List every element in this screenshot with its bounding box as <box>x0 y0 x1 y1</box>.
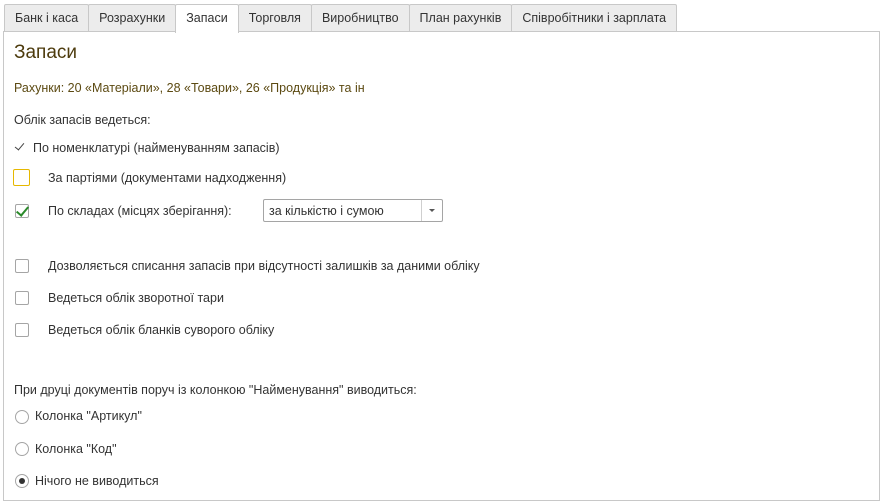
warehouses-mode-select[interactable]: за кількістю і сумою <box>263 199 443 222</box>
by-batches-checkbox[interactable] <box>13 169 30 186</box>
tab-employees-and-salary[interactable]: Співробітники і зарплата <box>511 4 678 32</box>
by-nomenclature-label: По номенклатурі (найменуванням запасів) <box>33 141 280 155</box>
chevron-down-icon[interactable] <box>421 200 442 221</box>
tab-trade[interactable]: Торговля <box>237 4 312 32</box>
tab-settlements[interactable]: Розрахунки <box>88 4 177 32</box>
strict-forms-checkbox[interactable] <box>15 323 29 337</box>
radio-article-column[interactable] <box>15 410 29 424</box>
accounts-note: Рахунки: 20 «Матеріали», 28 «Товари», 26… <box>14 81 365 95</box>
inventory-settings-panel: Запаси Рахунки: 20 «Матеріали», 28 «Това… <box>3 31 880 501</box>
radio-code-column[interactable] <box>15 442 29 456</box>
by-warehouses-label[interactable]: По складах (місцях зберігання): <box>48 204 232 218</box>
by-batches-label[interactable]: За партіями (документами надходження) <box>48 171 286 185</box>
printing-heading: При друці документів поруч із колонкою "… <box>14 383 417 397</box>
tab-production[interactable]: Виробництво <box>310 4 410 32</box>
returnable-packaging-label[interactable]: Ведеться облік зворотної тари <box>48 291 224 305</box>
tab-chart-of-accounts[interactable]: План рахунків <box>408 4 513 32</box>
allow-writeoff-label[interactable]: Дозволяється списання запасів при відсут… <box>48 259 480 273</box>
strict-forms-label[interactable]: Ведеться облік бланків суворого обліку <box>48 323 274 337</box>
radio-nothing[interactable] <box>15 474 29 488</box>
check-mark-icon <box>14 140 25 151</box>
by-warehouses-checkbox[interactable] <box>15 204 29 218</box>
tab-bank-and-cash[interactable]: Банк і каса <box>4 4 90 32</box>
tab-inventory[interactable]: Запаси <box>175 4 239 33</box>
warehouses-mode-value: за кількістю і сумою <box>269 204 384 218</box>
radio-nothing-label[interactable]: Нічого не виводиться <box>35 474 159 488</box>
radio-article-column-label[interactable]: Колонка "Артикул" <box>35 409 142 423</box>
tab-bar: Банк і каса Розрахунки Запаси Торговля В… <box>4 4 678 33</box>
returnable-packaging-checkbox[interactable] <box>15 291 29 305</box>
page-title: Запаси <box>14 42 78 63</box>
accounting-heading: Облік запасів ведеться: <box>14 113 151 127</box>
radio-code-column-label[interactable]: Колонка "Код" <box>35 442 117 456</box>
allow-writeoff-checkbox[interactable] <box>15 259 29 273</box>
